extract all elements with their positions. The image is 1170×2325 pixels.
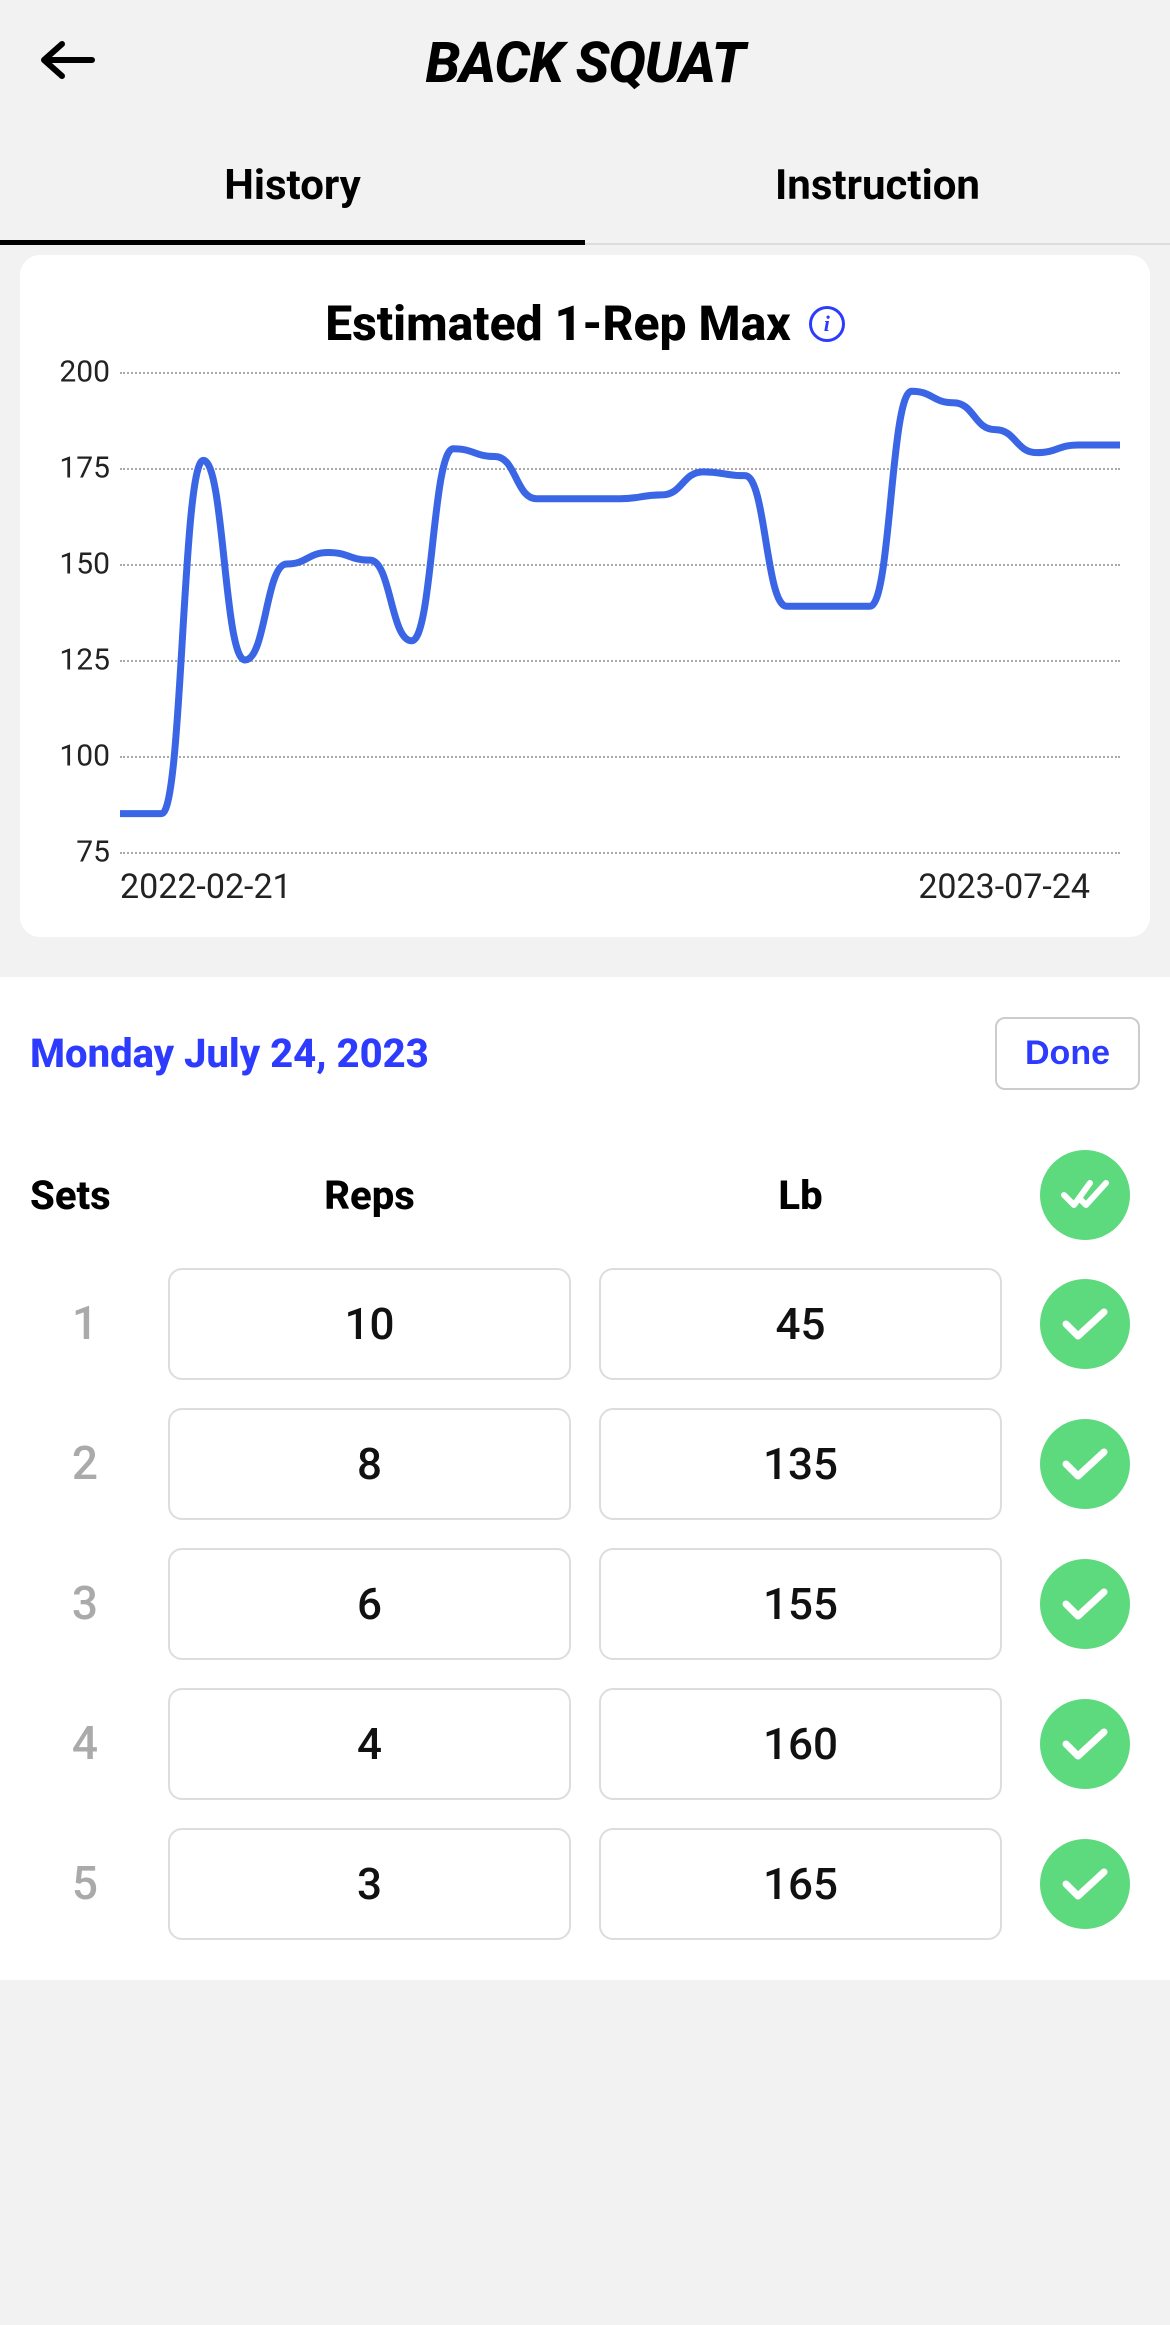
set-done-toggle[interactable] [1040,1839,1130,1929]
arrow-left-icon [40,40,96,80]
back-button[interactable] [40,40,96,80]
workout-date: Monday July 24, 2023 [30,1030,429,1077]
set-number: 1 [30,1297,140,1351]
y-tick-label: 150 [50,547,110,582]
set-done-toggle[interactable] [1040,1559,1130,1649]
reps-input[interactable]: 8 [168,1408,571,1520]
weight-input[interactable]: 160 [599,1688,1002,1800]
y-tick-label: 100 [50,739,110,774]
weight-input[interactable]: 165 [599,1828,1002,1940]
info-icon[interactable]: i [809,306,845,342]
workout-section: Monday July 24, 2023 Done Sets Reps Lb 1… [0,977,1170,1980]
set-done-toggle[interactable] [1040,1279,1130,1369]
set-number: 3 [30,1577,140,1631]
col-reps: Reps [168,1172,571,1219]
set-done-toggle[interactable] [1040,1419,1130,1509]
done-button[interactable]: Done [995,1017,1140,1090]
check-icon [1060,1866,1110,1902]
gridline [120,852,1120,854]
check-all-button[interactable] [1040,1150,1130,1240]
y-tick-label: 75 [50,835,110,870]
chart-card: Estimated 1-Rep Max i 75100125150175200 … [20,255,1150,937]
weight-input[interactable]: 155 [599,1548,1002,1660]
reps-input[interactable]: 10 [168,1268,571,1380]
reps-input[interactable]: 6 [168,1548,571,1660]
set-done-toggle[interactable] [1040,1699,1130,1789]
reps-input[interactable]: 3 [168,1828,571,1940]
set-number: 5 [30,1857,140,1911]
tab-history[interactable]: History [0,126,585,245]
check-icon [1060,1586,1110,1622]
set-number: 2 [30,1437,140,1491]
col-sets: Sets [30,1172,140,1219]
y-tick-label: 200 [50,355,110,390]
tab-instruction[interactable]: Instruction [585,126,1170,243]
chart-line [120,372,1120,852]
y-tick-label: 175 [50,451,110,486]
double-check-icon [1060,1177,1110,1213]
reps-input[interactable]: 4 [168,1688,571,1800]
tabs: History Instruction [0,126,1170,245]
chart-start-date: 2022-02-21 [120,867,292,907]
col-weight: Lb [599,1172,1002,1219]
chart-end-date: 2023-07-24 [918,867,1090,907]
weight-input[interactable]: 45 [599,1268,1002,1380]
y-tick-label: 125 [50,643,110,678]
page-title: BACK SQUAT [40,30,1130,96]
weight-input[interactable]: 135 [599,1408,1002,1520]
check-icon [1060,1446,1110,1482]
check-icon [1060,1726,1110,1762]
chart-area: 75100125150175200 [100,372,1120,852]
chart-title: Estimated 1-Rep Max [325,295,791,352]
set-number: 4 [30,1717,140,1771]
check-icon [1060,1306,1110,1342]
